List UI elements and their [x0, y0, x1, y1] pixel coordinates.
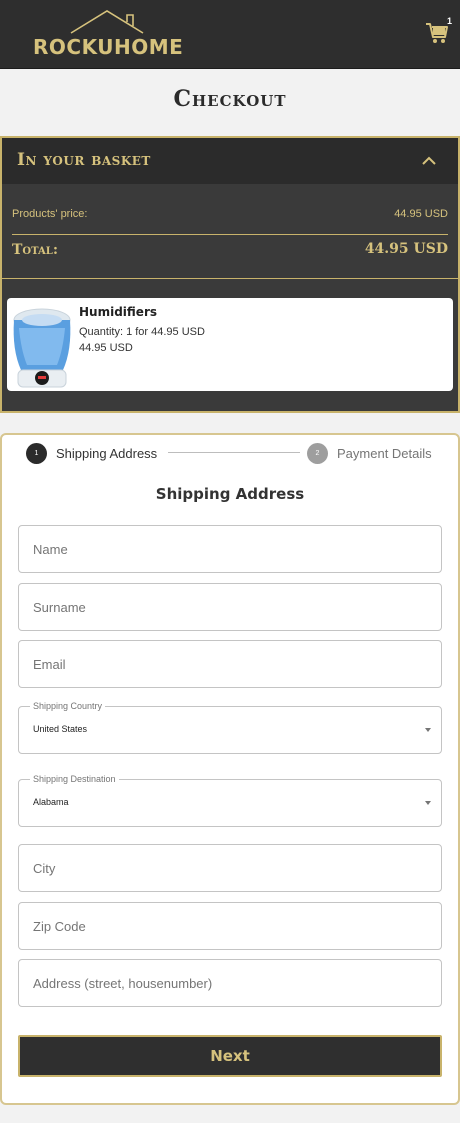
name-input[interactable]: [19, 526, 441, 572]
city-input[interactable]: [19, 845, 441, 891]
page-title: Checkout: [173, 86, 287, 112]
shipping-destination-value: Alabama: [33, 797, 69, 807]
divider: [2, 278, 458, 279]
brand-name: ROCKUHOME: [33, 35, 184, 59]
step-label: Shipping Address: [56, 446, 158, 461]
name-field: [18, 525, 442, 573]
step-label: Payment Details: [337, 446, 432, 461]
form-title: Shipping Address: [155, 485, 305, 503]
step-number: 2: [307, 443, 328, 464]
step-shipping[interactable]: 1 Shipping Address: [26, 443, 186, 465]
divider: [12, 234, 448, 235]
shipping-destination-select[interactable]: Shipping Destination Alabama: [18, 774, 442, 827]
address-field: [18, 959, 442, 1007]
cart-button[interactable]: 1: [425, 16, 455, 48]
brand-logo[interactable]: ROCKUHOME: [33, 9, 187, 59]
basket-panel: In your basket Products' price: 44.95 US…: [0, 136, 460, 413]
item-name[interactable]: Humidifiers: [79, 305, 157, 319]
shipping-country-select[interactable]: Shipping Country United States: [18, 701, 442, 754]
shipping-destination-label: Shipping Destination: [30, 774, 119, 784]
item-price: 44.95 USD: [79, 342, 133, 354]
item-quantity: Quantity: 1 for 44.95 USD: [79, 326, 205, 338]
site-header: ROCKUHOME 1: [0, 0, 460, 69]
zip-input[interactable]: [19, 903, 441, 949]
basket-title: In your basket: [17, 150, 151, 170]
shopping-cart-icon: [426, 23, 448, 43]
surname-input[interactable]: [19, 584, 441, 630]
surname-field: [18, 583, 442, 631]
next-button[interactable]: Next: [18, 1035, 442, 1077]
email-input[interactable]: [19, 641, 441, 687]
shipping-country-label: Shipping Country: [30, 701, 106, 711]
email-field: [18, 640, 442, 688]
city-field: [18, 844, 442, 892]
chevron-up-icon[interactable]: [420, 153, 438, 167]
total-label: Total:: [12, 242, 58, 258]
basket-header[interactable]: In your basket: [2, 138, 458, 184]
total-value: 44.95 USD: [364, 241, 448, 257]
products-price-value: 44.95 USD: [394, 208, 448, 220]
shipping-country-value: United States: [33, 724, 88, 734]
products-price-label: Products' price:: [12, 208, 88, 220]
humidifier-image: [9, 300, 75, 389]
dropdown-arrow-icon: [425, 728, 431, 732]
house-roof-icon: [70, 10, 144, 34]
dropdown-arrow-icon: [425, 801, 431, 805]
step-payment[interactable]: 2 Payment Details: [307, 443, 447, 465]
zip-field: [18, 902, 442, 950]
step-connector: [168, 452, 300, 453]
step-number: 1: [26, 443, 47, 464]
shipping-form: 1 Shipping Address 2 Payment Details Shi…: [0, 433, 460, 1105]
address-input[interactable]: [19, 960, 441, 1006]
cart-count-badge: 1: [447, 16, 453, 26]
basket-item: Humidifiers Quantity: 1 for 44.95 USD 44…: [7, 298, 453, 391]
